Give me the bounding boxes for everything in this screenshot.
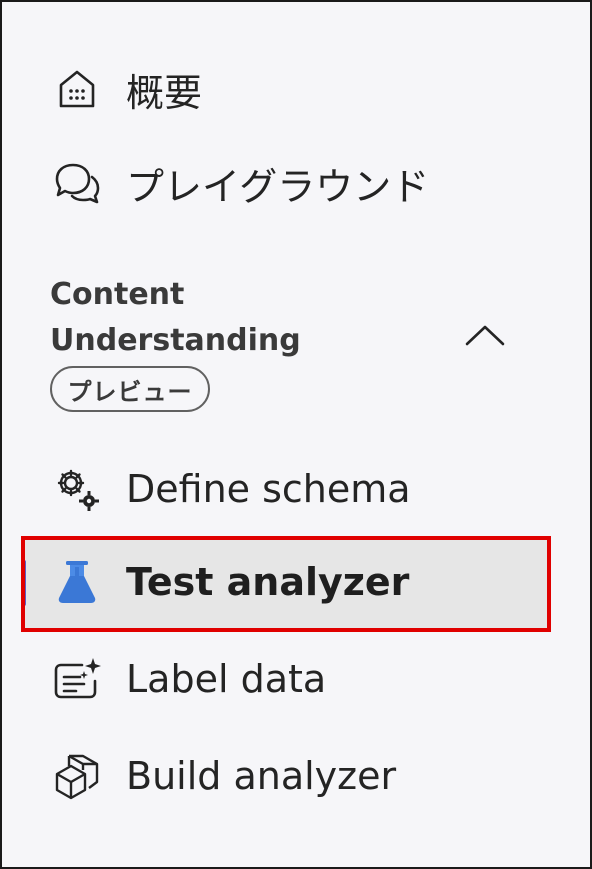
- nav-item-label: Label data: [126, 657, 327, 701]
- chevron-up-icon[interactable]: [462, 320, 508, 350]
- section-title-line2: Understanding: [50, 323, 301, 358]
- nav-item-test-analyzer[interactable]: Test analyzer: [2, 547, 542, 617]
- chat-icon: [52, 158, 102, 208]
- nav-item-define-schema[interactable]: Define schema: [2, 454, 542, 524]
- nav-item-label: Test analyzer: [126, 560, 410, 604]
- section-header-content-understanding: Content Understanding: [50, 272, 350, 364]
- nav-item-label-data[interactable]: Label data: [2, 644, 542, 714]
- home-icon: [52, 64, 102, 114]
- cube-icon: [52, 751, 102, 801]
- navigation-panel: 概要 プレイグラウンド Content Understanding プレビュー: [0, 0, 592, 869]
- section-title-line1: Content: [50, 277, 185, 312]
- flask-icon: [52, 557, 102, 607]
- nav-item-label: 概要: [126, 70, 203, 115]
- sparkle-document-icon: [52, 654, 102, 704]
- nav-item-overview[interactable]: 概要: [2, 54, 542, 124]
- nav-item-label: Build analyzer: [126, 754, 397, 798]
- nav-item-label: Define schema: [126, 467, 411, 511]
- gear-icon: [52, 464, 102, 514]
- nav-item-build-analyzer[interactable]: Build analyzer: [2, 741, 542, 811]
- nav-item-label: プレイグラウンド: [126, 164, 430, 209]
- nav-item-playground[interactable]: プレイグラウンド: [2, 148, 542, 218]
- preview-badge: プレビュー: [50, 366, 210, 412]
